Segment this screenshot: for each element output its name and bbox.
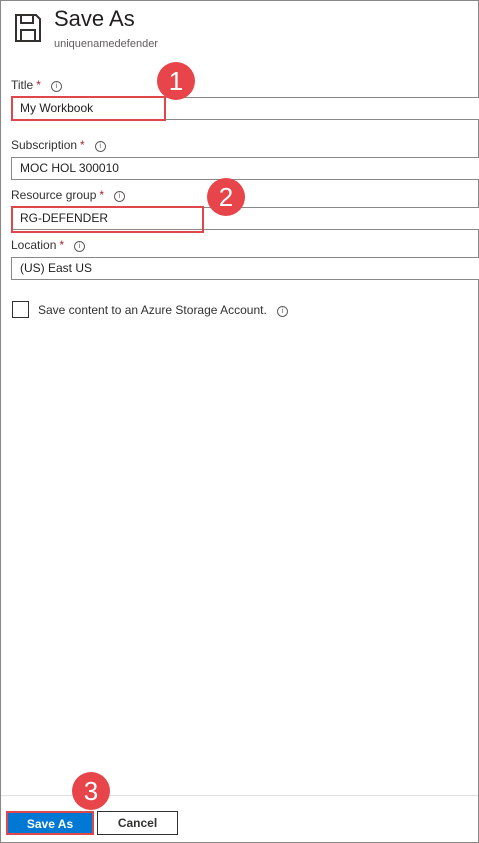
callout-3: 3 [72, 772, 110, 810]
callout-2: 2 [207, 178, 245, 216]
required-marker: * [80, 138, 85, 152]
required-marker: * [99, 188, 105, 202]
title-highlight [11, 96, 166, 121]
info-icon[interactable]: i [74, 241, 86, 252]
required-marker: * [59, 238, 65, 252]
title-label-text: Title [11, 78, 34, 92]
resource-group-label-text: Resource group [11, 188, 97, 202]
subscription-label: Subscription * i [11, 138, 106, 152]
storage-checkbox[interactable] [12, 301, 29, 318]
resource-group-label: Resource group * i [11, 188, 126, 202]
resource-group-highlight [11, 206, 204, 233]
storage-label-text: Save content to an Azure Storage Account… [38, 303, 267, 317]
panel-subtitle: uniquenamedefender [54, 38, 158, 50]
required-marker: * [36, 78, 41, 92]
cancel-button[interactable]: Cancel [97, 811, 178, 835]
location-label-text: Location [11, 238, 57, 252]
info-icon[interactable]: i [276, 306, 288, 317]
location-label: Location * i [11, 238, 86, 252]
panel-title: Save As [54, 6, 135, 31]
location-dropdown[interactable]: (US) East US [11, 257, 479, 280]
info-icon[interactable]: i [114, 191, 126, 202]
subscription-dropdown[interactable]: MOC HOL 300010 [11, 157, 479, 180]
save-as-panel [0, 0, 479, 843]
subscription-label-text: Subscription [11, 138, 78, 152]
title-label: Title * i [11, 78, 62, 92]
save-as-button[interactable]: Save As [6, 811, 94, 835]
info-icon[interactable]: i [94, 141, 106, 152]
storage-checkbox-label: Save content to an Azure Storage Account… [38, 303, 288, 317]
callout-1: 1 [157, 62, 195, 100]
info-icon[interactable]: i [50, 81, 62, 92]
save-icon [15, 14, 41, 42]
